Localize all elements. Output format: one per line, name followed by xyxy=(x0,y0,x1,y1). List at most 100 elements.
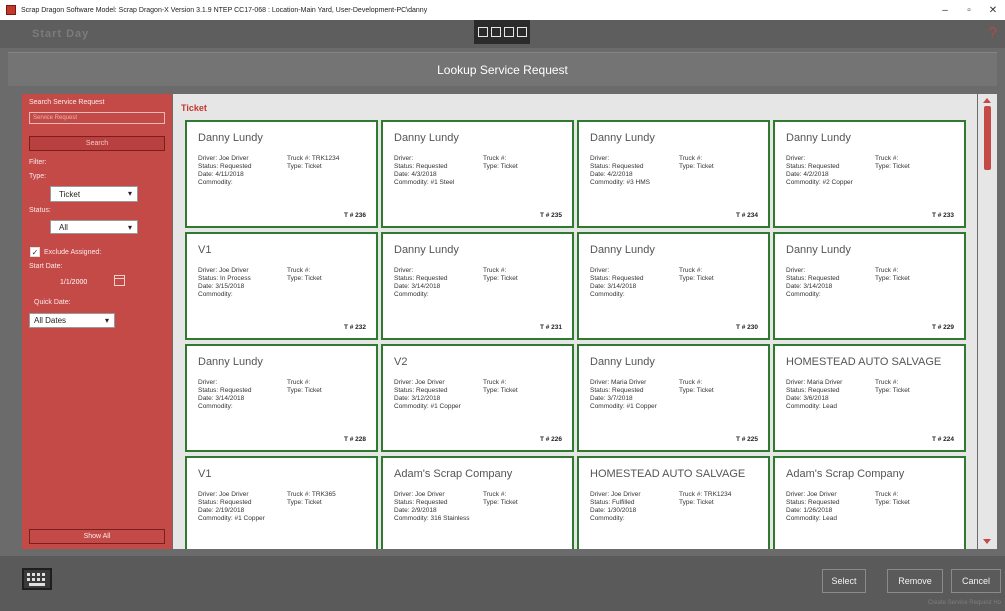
exclude-assigned-checkbox[interactable]: ✓ xyxy=(30,247,40,257)
type-select[interactable]: Ticket ▾ xyxy=(50,186,138,202)
card-ticket-number: T # 229 xyxy=(931,324,954,331)
ticket-card[interactable]: HOMESTEAD AUTO SALVAGE Driver: Maria Driv… xyxy=(773,344,966,452)
scroll-up-arrow-icon[interactable] xyxy=(983,98,991,103)
filter-label: Filter: xyxy=(29,159,47,166)
card-details-left: Driver: Status: Requested Date: 3/14/2018 C… xyxy=(198,379,251,411)
card-date: Date: 2/9/2018 xyxy=(394,507,437,514)
ticket-card[interactable]: Danny Lundy Driver: Status: Requested Date:… xyxy=(773,232,966,340)
quick-date-select[interactable]: All Dates ▾ xyxy=(29,313,115,328)
floating-toolbar[interactable] xyxy=(474,20,530,44)
ticket-card[interactable]: Danny Lundy Driver: Joe Driver Status: Req… xyxy=(185,120,378,228)
card-details-right: Truck #: Type: Ticket xyxy=(483,155,518,171)
card-commodity: Commodity: xyxy=(198,179,233,186)
start-date-picker[interactable]: 1/1/2000 xyxy=(50,275,140,289)
card-driver: Driver: xyxy=(590,267,610,274)
card-commodity: Commodity: xyxy=(394,291,429,298)
calendar-icon[interactable] xyxy=(114,275,125,286)
card-customer-name: V1 xyxy=(198,244,212,256)
card-commodity: Commodity: xyxy=(198,403,233,410)
page-title: Lookup Service Request xyxy=(437,62,568,77)
keyboard-icon[interactable] xyxy=(22,568,52,590)
ticket-card[interactable]: V1 Driver: Joe Driver Status: In Process Da… xyxy=(185,232,378,340)
card-driver: Driver: xyxy=(590,155,610,162)
card-ticket-number: T # 231 xyxy=(539,324,562,331)
ticket-card[interactable]: HOMESTEAD AUTO SALVAGE Driver: Joe Driver… xyxy=(577,456,770,549)
status-label: Status: xyxy=(29,207,51,214)
card-details-left: Driver: Maria Driver Status: Requested Dat… xyxy=(590,379,657,411)
ticket-card[interactable]: Danny Lundy Driver: Status: Requested Date:… xyxy=(773,120,966,228)
results-scrollbar[interactable] xyxy=(978,94,997,549)
card-details-right: Truck #: Type: Ticket xyxy=(679,155,714,171)
select-button[interactable]: Select xyxy=(822,569,866,593)
ticket-card[interactable]: V1 Driver: Joe Driver Status: Requested Dat… xyxy=(185,456,378,549)
quick-date-label: Quick Date: xyxy=(34,299,71,306)
card-details-left: Driver: Joe Driver Status: Requested Date:… xyxy=(786,491,839,523)
scroll-down-arrow-icon[interactable] xyxy=(983,539,991,544)
card-customer-name: Danny Lundy xyxy=(394,132,459,144)
ticket-card[interactable]: V2 Driver: Joe Driver Status: Requested Dat… xyxy=(381,344,574,452)
toolbar-tool-icon-2[interactable] xyxy=(490,27,501,37)
ticket-card[interactable]: Danny Lundy Driver: Status: Requested Date:… xyxy=(577,120,770,228)
card-driver: Driver: Joe Driver xyxy=(198,491,249,498)
card-date: Date: 2/19/2018 xyxy=(198,507,245,514)
card-status: Status: Requested xyxy=(786,387,840,394)
type-label: Type: xyxy=(29,173,47,180)
card-customer-name: Danny Lundy xyxy=(786,132,851,144)
toolbar-tool-icon-3[interactable] xyxy=(503,27,514,37)
ticket-card[interactable]: Danny Lundy Driver: Status: Requested Date:… xyxy=(381,232,574,340)
show-all-button[interactable]: Show All xyxy=(29,529,165,544)
card-type: Type: Ticket xyxy=(875,499,910,506)
card-details-left: Driver: Status: Requested Date: 4/2/2018 Co… xyxy=(786,155,853,187)
card-details-left: Driver: Joe Driver Status: In Process Date… xyxy=(198,267,251,299)
toolbar-tool-icon-4[interactable] xyxy=(516,27,527,37)
card-details-left: Driver: Status: Requested Date: 3/14/2018 C… xyxy=(786,267,839,299)
card-commodity: Commodity: #1 Copper xyxy=(198,515,265,522)
search-service-request-label: Search Service Request xyxy=(29,99,105,106)
ticket-card[interactable]: Danny Lundy Driver: Status: Requested Date:… xyxy=(185,344,378,452)
start-date-value: 1/1/2000 xyxy=(60,278,88,286)
card-details-right: Truck #: Type: Ticket xyxy=(875,491,910,507)
minimize-button[interactable]: – xyxy=(933,0,957,20)
card-status: Status: Requested xyxy=(786,499,840,506)
ticket-card[interactable]: Danny Lundy Driver: Status: Requested Date:… xyxy=(381,120,574,228)
card-commodity: Commodity: #1 Steel xyxy=(394,179,455,186)
maximize-button[interactable]: ▫ xyxy=(957,0,981,20)
scroll-thumb[interactable] xyxy=(984,106,991,170)
type-select-value: Ticket xyxy=(59,189,81,199)
cancel-button[interactable]: Cancel xyxy=(951,569,1001,593)
ticket-card[interactable]: Danny Lundy Driver: Maria Driver Status: R… xyxy=(577,344,770,452)
card-commodity: Commodity: xyxy=(786,291,821,298)
card-status: Status: Requested xyxy=(394,163,448,170)
card-truck: Truck #: TRK1234 xyxy=(287,155,340,162)
card-type: Type: Ticket xyxy=(483,275,518,282)
card-status: Status: Requested xyxy=(394,387,448,394)
card-truck: Truck #: xyxy=(875,155,899,162)
card-details-right: Truck #: Type: Ticket xyxy=(875,379,910,395)
card-date: Date: 4/2/2018 xyxy=(590,171,633,178)
window-title: Scrap Dragon Software Model: Scrap Drago… xyxy=(21,6,428,14)
toolbar-tool-icon-1[interactable] xyxy=(477,27,488,37)
card-type: Type: Ticket xyxy=(679,275,714,282)
ticket-card[interactable]: Danny Lundy Driver: Status: Requested Date:… xyxy=(577,232,770,340)
search-button[interactable]: Search xyxy=(29,136,165,151)
remove-button[interactable]: Remove xyxy=(887,569,943,593)
card-truck: Truck #: TRK1234 xyxy=(679,491,732,498)
chevron-down-icon: ▾ xyxy=(104,316,109,325)
card-customer-name: Danny Lundy xyxy=(590,356,655,368)
card-details-right: Truck #: Type: Ticket xyxy=(875,155,910,171)
card-details-left: Driver: Status: Requested Date: 3/14/2018 C… xyxy=(394,267,447,299)
card-details-right: Truck #: TRK1234 Type: Ticket xyxy=(287,155,339,171)
card-status: Status: Requested xyxy=(198,499,252,506)
card-ticket-number: T # 230 xyxy=(735,324,758,331)
close-button[interactable]: ✕ xyxy=(981,0,1005,20)
card-type: Type: Ticket xyxy=(287,499,322,506)
status-select[interactable]: All ▾ xyxy=(50,220,138,234)
ticket-card[interactable]: Adam's Scrap Company Driver: Joe Driver St… xyxy=(773,456,966,549)
ticket-card[interactable]: Adam's Scrap Company Driver: Joe Driver St… xyxy=(381,456,574,549)
card-truck: Truck #: xyxy=(483,379,507,386)
card-ticket-number: T # 232 xyxy=(343,324,366,331)
card-type: Type: Ticket xyxy=(483,499,518,506)
card-commodity: Commodity: xyxy=(590,515,625,522)
service-request-search-input[interactable]: Service Request xyxy=(29,112,165,124)
card-truck: Truck #: xyxy=(287,379,311,386)
